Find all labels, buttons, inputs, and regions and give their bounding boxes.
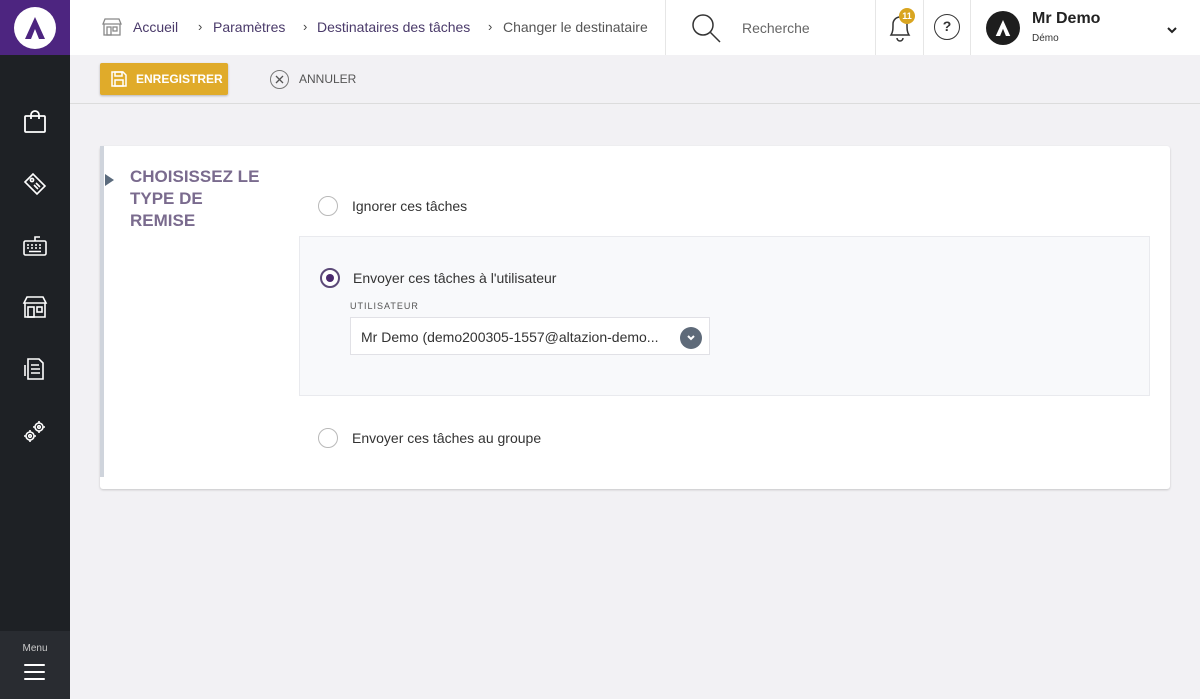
search-input[interactable]: Recherche: [742, 20, 810, 36]
notification-badge: 11: [899, 8, 915, 24]
header-divider: [970, 0, 971, 55]
cancel-button[interactable]: ANNULER: [270, 68, 356, 90]
altazion-logo: [14, 6, 56, 49]
section-title: CHOISISSEZ LE TYPE DE REMISE: [130, 167, 260, 230]
keyboard-icon[interactable]: [20, 231, 50, 261]
breadcrumb-home[interactable]: Accueil: [133, 19, 178, 35]
radio-send-to-group[interactable]: [318, 428, 338, 448]
user-name[interactable]: Mr Demo: [1032, 10, 1100, 28]
header-divider: [665, 0, 666, 55]
header-divider: [923, 0, 924, 55]
chevron-down-icon[interactable]: [680, 327, 702, 349]
breadcrumb-parametres[interactable]: Paramètres: [213, 19, 285, 35]
user-subtitle: Démo: [1032, 33, 1059, 44]
notifications-button[interactable]: 11: [886, 8, 916, 44]
chevron-right-icon: ›: [303, 19, 308, 34]
search-icon[interactable]: [690, 12, 722, 49]
cancel-button-label: ANNULER: [299, 72, 357, 86]
chevron-down-icon[interactable]: [1166, 22, 1178, 40]
sidebar: Menu: [0, 0, 70, 699]
option-label-user[interactable]: Envoyer ces tâches à l'utilisateur: [353, 270, 556, 286]
menu-label: Menu: [22, 643, 48, 654]
top-header: Accueil › Paramètres › Destinataires des…: [70, 0, 1200, 55]
chevron-right-icon: ›: [488, 19, 493, 34]
user-option-panel: Envoyer ces tâches à l'utilisateur UTILI…: [299, 236, 1150, 396]
user-select[interactable]: Mr Demo (demo200305-1557@altazion-demo..…: [350, 317, 710, 355]
breadcrumb-current: Changer le destinataire: [503, 19, 648, 35]
avatar[interactable]: [986, 11, 1020, 45]
shopping-bag-icon[interactable]: [20, 107, 50, 137]
hamburger-icon[interactable]: [24, 664, 45, 680]
user-select-value: Mr Demo (demo200305-1557@altazion-demo..…: [361, 329, 659, 345]
help-icon[interactable]: ?: [934, 14, 960, 40]
store-icon: [102, 17, 122, 42]
price-tag-icon[interactable]: [20, 169, 50, 199]
radio-send-to-user[interactable]: [320, 268, 340, 288]
option-label-ignore[interactable]: Ignorer ces tâches: [352, 198, 467, 214]
triangle-right-icon: [105, 174, 114, 186]
breadcrumb-destinataires[interactable]: Destinataires des tâches: [317, 19, 470, 35]
radio-ignore-tasks[interactable]: [318, 196, 338, 216]
delivery-type-card: CHOISISSEZ LE TYPE DE REMISE Ignorer ces…: [100, 146, 1170, 489]
document-icon[interactable]: [20, 354, 50, 384]
gears-icon[interactable]: [20, 416, 50, 446]
chevron-right-icon: ›: [198, 19, 203, 34]
floppy-disk-icon: [111, 71, 127, 87]
header-divider: [875, 0, 876, 55]
save-button-label: ENREGISTRER: [136, 72, 223, 86]
logo-area[interactable]: [0, 0, 70, 55]
close-icon: [270, 69, 289, 89]
storefront-icon[interactable]: [20, 292, 50, 322]
user-field-label: UTILISATEUR: [350, 301, 419, 311]
card-accent-bar: [100, 146, 104, 477]
action-toolbar: ENREGISTRER ANNULER: [70, 55, 1200, 104]
option-label-group[interactable]: Envoyer ces tâches au groupe: [352, 430, 541, 446]
save-button[interactable]: ENREGISTRER: [100, 63, 228, 95]
